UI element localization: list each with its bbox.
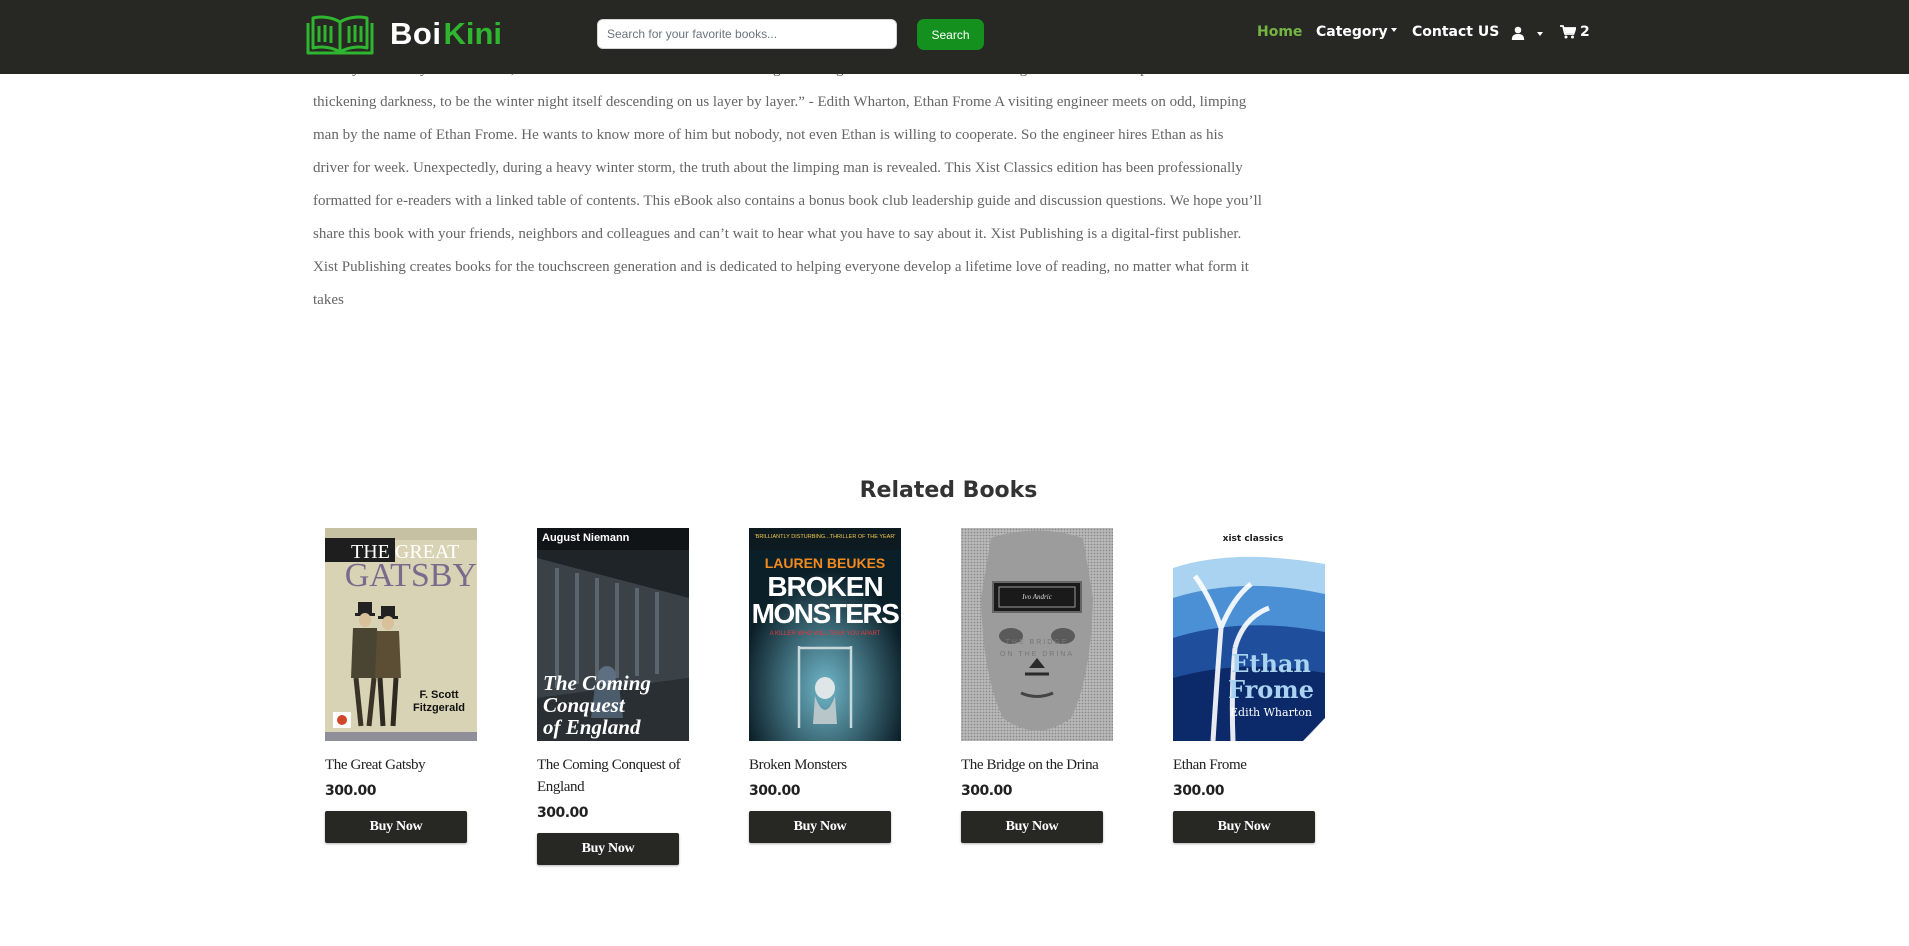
navbar: Boi Kini Search Home Category Contact US… bbox=[0, 0, 1909, 74]
buy-now-button[interactable]: Buy Now bbox=[749, 811, 891, 843]
nav-home-link[interactable]: Home bbox=[1257, 24, 1302, 40]
cart-count: 2 bbox=[1580, 24, 1590, 40]
book-cover-image[interactable]: 'BRILLIANTLY DISTURBING...THRILLER OF TH… bbox=[749, 528, 901, 741]
cover-title-line2: ON THE DRINA bbox=[1000, 651, 1074, 658]
book-price: 300.00 bbox=[961, 783, 1013, 799]
cover-title-line2: Frome bbox=[1228, 675, 1314, 704]
cover-author: LAUREN BEUKES bbox=[765, 555, 886, 571]
related-book-card: THE GREAT GATSBY F. Scott Fitzgerald The… bbox=[325, 528, 477, 843]
book-title[interactable]: Broken Monsters bbox=[749, 754, 901, 776]
related-book-card: xist classics Ethan Frome Edith Wharton … bbox=[1173, 528, 1325, 843]
book-price: 300.00 bbox=[749, 783, 801, 799]
user-menu-chevron-icon[interactable] bbox=[1537, 32, 1543, 36]
buy-now-button[interactable]: Buy Now bbox=[1173, 811, 1315, 843]
brand-logo[interactable]: Boi Kini bbox=[305, 12, 502, 56]
cover-author-line1: F. Scott bbox=[419, 689, 458, 701]
open-book-icon bbox=[306, 15, 374, 55]
cover-title-line2: MONSTERS bbox=[752, 598, 900, 629]
search-button[interactable]: Search bbox=[917, 19, 984, 50]
chevron-down-icon bbox=[1390, 28, 1397, 32]
book-cover-image[interactable]: xist classics Ethan Frome Edith Wharton bbox=[1173, 528, 1325, 741]
cart-link[interactable]: 2 bbox=[1560, 24, 1590, 40]
cover-author: August Niemann bbox=[542, 532, 630, 544]
related-books-heading: Related Books bbox=[859, 478, 1038, 503]
book-title[interactable]: The Coming Conquest of England bbox=[537, 754, 689, 798]
cover-title-line1: THE BRIDGE bbox=[1006, 639, 1069, 646]
user-icon[interactable] bbox=[1511, 26, 1525, 40]
cover-title-line1: The Coming bbox=[543, 671, 651, 695]
brand-name-part1: Boi bbox=[390, 16, 442, 51]
book-title[interactable]: The Bridge on the Drina bbox=[961, 754, 1113, 776]
search-input[interactable] bbox=[597, 19, 897, 49]
book-description: steadily from a sky without wind, in a s… bbox=[313, 61, 1262, 308]
brand-name-part2: Kini bbox=[443, 16, 502, 51]
book-price: 300.00 bbox=[1173, 783, 1225, 799]
buy-now-button[interactable]: Buy Now bbox=[537, 833, 679, 865]
cover-author: Edith Wharton bbox=[1230, 706, 1312, 719]
cover-blurb: 'BRILLIANTLY DISTURBING...THRILLER OF TH… bbox=[755, 534, 896, 540]
cover-author-line2: Fitzgerald bbox=[413, 702, 465, 714]
cover-tagline: A KILLER WHO WILL TEAR YOU APART bbox=[770, 631, 881, 637]
nav-contact-link[interactable]: Contact US bbox=[1412, 24, 1499, 40]
cover-series: xist classics bbox=[1223, 534, 1284, 544]
book-cover-image[interactable]: Ivo Andric THE BRIDGE ON THE DRINA bbox=[961, 528, 1113, 741]
related-book-card: Ivo Andric THE BRIDGE ON THE DRINA The B… bbox=[961, 528, 1113, 843]
related-book-card: 'BRILLIANTLY DISTURBING...THRILLER OF TH… bbox=[749, 528, 901, 843]
related-book-card: August Niemann The Coming Conquest of En… bbox=[537, 528, 689, 865]
buy-now-button[interactable]: Buy Now bbox=[961, 811, 1103, 843]
cover-author: Ivo Andric bbox=[1021, 593, 1053, 601]
book-title[interactable]: Ethan Frome bbox=[1173, 754, 1325, 776]
book-cover-image[interactable]: August Niemann The Coming Conquest of En… bbox=[537, 528, 689, 741]
cover-title-line2: Conquest bbox=[543, 693, 626, 717]
nav-category-dropdown[interactable]: Category bbox=[1316, 24, 1397, 40]
book-price: 300.00 bbox=[325, 783, 377, 799]
cover-title-line1: Ethan bbox=[1231, 649, 1311, 678]
book-price: 300.00 bbox=[537, 805, 589, 821]
cover-title-line3: of England bbox=[543, 715, 641, 739]
buy-now-button[interactable]: Buy Now bbox=[325, 811, 467, 843]
cover-title-line2: GATSBY bbox=[345, 557, 477, 594]
shopping-cart-icon bbox=[1560, 25, 1576, 39]
book-cover-image[interactable]: THE GREAT GATSBY F. Scott Fitzgerald bbox=[325, 528, 477, 741]
book-title[interactable]: The Great Gatsby bbox=[325, 754, 477, 776]
nav-category-label: Category bbox=[1316, 24, 1388, 40]
